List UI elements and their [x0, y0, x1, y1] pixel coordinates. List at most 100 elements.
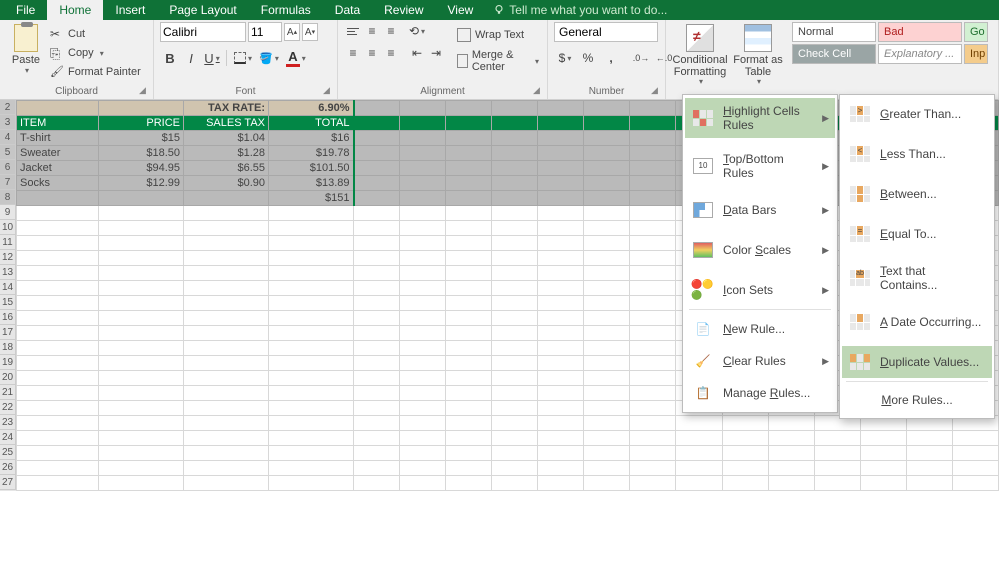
fill-color-button[interactable]: 🪣▾ [256, 48, 282, 68]
tab-data[interactable]: Data [323, 0, 372, 20]
row-header[interactable]: 6 [0, 160, 16, 175]
row-header[interactable]: 2 [0, 100, 16, 115]
row-header[interactable]: 13 [0, 265, 16, 280]
row-header[interactable]: 19 [0, 355, 16, 370]
menu-icon-sets[interactable]: 🔴🟡🟢 Icon Sets ▶ [685, 274, 835, 306]
menu-equal-to[interactable]: = Equal To... [842, 218, 992, 250]
menu-date-occurring[interactable]: A Date Occurring... [842, 306, 992, 338]
between-icon [848, 184, 872, 204]
row-header[interactable]: 8 [0, 190, 16, 205]
align-top-button[interactable] [344, 22, 362, 40]
border-icon [234, 52, 246, 64]
row-header[interactable]: 26 [0, 460, 16, 475]
row-header[interactable]: 20 [0, 370, 16, 385]
row-header[interactable]: 15 [0, 295, 16, 310]
row-header[interactable]: 11 [0, 235, 16, 250]
alignment-launcher[interactable]: ◢ [533, 85, 545, 97]
format-as-table-button[interactable]: Format as Table▾ [730, 22, 786, 89]
clipboard-launcher[interactable]: ◢ [139, 85, 151, 97]
row-header[interactable]: 21 [0, 385, 16, 400]
align-center-button[interactable]: ≡ [363, 44, 381, 62]
menu-greater-than[interactable]: > Greater Than... [842, 98, 992, 130]
tab-home[interactable]: Home [47, 0, 103, 20]
align-right-button[interactable]: ≡ [382, 44, 400, 62]
font-size-combo[interactable] [248, 22, 282, 42]
menu-text-contains[interactable]: ab Text that Contains... [842, 258, 992, 298]
tab-formulas[interactable]: Formulas [249, 0, 323, 20]
increase-decimal-button[interactable]: .0→ [630, 48, 652, 68]
menu-clear-rules[interactable]: 🧹 Clear Rules ▶ [685, 345, 835, 377]
font-color-button[interactable]: A▾ [283, 48, 309, 68]
cut-button[interactable]: Cut [48, 26, 143, 42]
row-header[interactable]: 18 [0, 340, 16, 355]
menu-manage-rules[interactable]: 📋 Manage Rules... [685, 377, 835, 409]
row-header[interactable]: 5 [0, 145, 16, 160]
increase-font-button[interactable]: A▴ [284, 23, 300, 41]
menu-less-than[interactable]: < Less Than... [842, 138, 992, 170]
menu-top-bottom[interactable]: 10 Top/Bottom Rules ▶ [685, 146, 835, 186]
style-check-cell[interactable]: Check Cell [792, 44, 876, 64]
row-header[interactable]: 4 [0, 130, 16, 145]
row-header[interactable]: 23 [0, 415, 16, 430]
style-good[interactable]: Go [964, 22, 988, 42]
tab-insert[interactable]: Insert [103, 0, 157, 20]
row-header[interactable]: 17 [0, 325, 16, 340]
tab-pagelayout[interactable]: Page Layout [157, 0, 248, 20]
bold-button[interactable]: B [160, 48, 180, 68]
merge-center-button[interactable]: Merge & Center▾ [455, 47, 541, 75]
orientation-button[interactable]: ⟲▾ [408, 22, 426, 40]
tell-me-search[interactable]: Tell me what you want to do... [485, 0, 675, 20]
menu-duplicate-values[interactable]: Duplicate Values... [842, 346, 992, 378]
wrap-icon [457, 28, 471, 42]
italic-button[interactable]: I [181, 48, 201, 68]
font-name-combo[interactable] [160, 22, 246, 42]
paste-button[interactable]: Paste ▾ [6, 22, 46, 77]
row-header[interactable]: 16 [0, 310, 16, 325]
borders-button[interactable]: ▾ [231, 48, 255, 68]
style-explanatory[interactable]: Explanatory ... [878, 44, 962, 64]
menu-data-bars[interactable]: Data Bars ▶ [685, 194, 835, 226]
align-middle-button[interactable]: ≡ [363, 22, 381, 40]
accounting-format-button[interactable]: $▾ [554, 48, 576, 68]
menu-more-rules[interactable]: More Rules... [842, 385, 992, 415]
number-launcher[interactable]: ◢ [651, 85, 663, 97]
conditional-formatting-button[interactable]: Conditional Formatting▾ [672, 22, 728, 89]
menu-highlight-cells[interactable]: Highlight Cells Rules ▶ [685, 98, 835, 138]
style-normal[interactable]: Normal [792, 22, 876, 42]
tab-file[interactable]: File [4, 0, 47, 20]
row-header[interactable]: 7 [0, 175, 16, 190]
row-header[interactable]: 12 [0, 250, 16, 265]
row-header[interactable]: 27 [0, 475, 16, 490]
tab-review[interactable]: Review [372, 0, 435, 20]
row-header[interactable]: 10 [0, 220, 16, 235]
font-launcher[interactable]: ◢ [323, 85, 335, 97]
row-header[interactable]: 14 [0, 280, 16, 295]
style-input[interactable]: Inp [964, 44, 988, 64]
align-left-button[interactable]: ≡ [344, 44, 362, 62]
style-bad[interactable]: Bad [878, 22, 962, 42]
number-group: $▾ % , .0→ ←.0 Number ◢ [548, 20, 666, 99]
decrease-font-button[interactable]: A▾ [302, 23, 318, 41]
menu-color-scales[interactable]: Color Scales ▶ [685, 234, 835, 266]
align-bottom-button[interactable]: ≡ [382, 22, 400, 40]
tab-view[interactable]: View [436, 0, 486, 20]
menu-new-rule[interactable]: 📄 New Rule... [685, 313, 835, 345]
copy-button[interactable]: Copy▾ [48, 45, 143, 61]
comma-format-button[interactable]: , [600, 48, 622, 68]
row-header[interactable]: 24 [0, 430, 16, 445]
number-format-combo[interactable] [554, 22, 658, 42]
underline-button[interactable]: U▾ [202, 48, 222, 68]
wrap-text-button[interactable]: Wrap Text [455, 26, 541, 44]
row-header[interactable]: 9 [0, 205, 16, 220]
increase-indent-button[interactable]: ⇥ [427, 44, 445, 62]
row-headers[interactable]: 2345678910111213141516171819202122232425… [0, 100, 16, 491]
percent-format-button[interactable]: % [577, 48, 599, 68]
brush-icon [50, 65, 64, 79]
row-header[interactable]: 22 [0, 400, 16, 415]
row-header[interactable]: 3 [0, 115, 16, 130]
format-painter-button[interactable]: Format Painter [48, 64, 143, 80]
menu-between[interactable]: Between... [842, 178, 992, 210]
format-table-icon [744, 24, 772, 52]
row-header[interactable]: 25 [0, 445, 16, 460]
decrease-indent-button[interactable]: ⇤ [408, 44, 426, 62]
